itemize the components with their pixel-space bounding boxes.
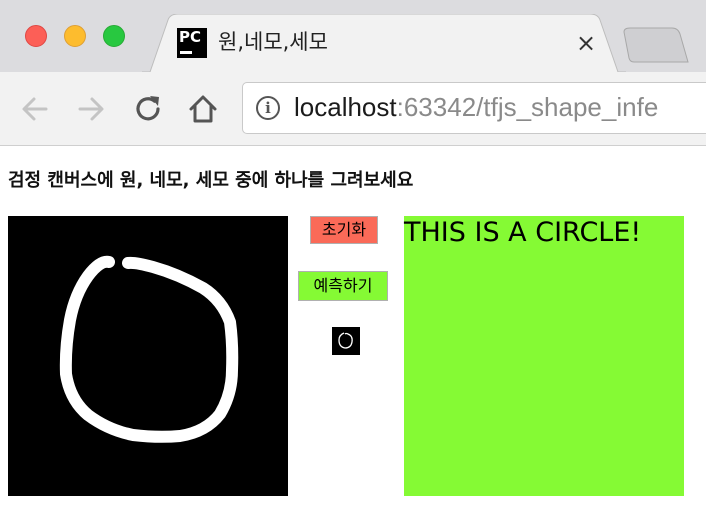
zoom-window-button[interactable] <box>103 25 125 47</box>
reload-icon[interactable] <box>131 92 165 126</box>
page-heading: 검정 캔버스에 원, 네모, 세모 중에 하나를 그려보세요 <box>8 170 414 191</box>
drawing-canvas[interactable] <box>8 216 288 496</box>
forward-arrow-icon[interactable] <box>74 92 108 126</box>
pycharm-favicon-icon: PC <box>177 28 207 58</box>
predict-button[interactable]: 예측하기 <box>298 271 388 301</box>
drawn-stroke <box>59 255 239 443</box>
preview-thumbnail-canvas <box>332 327 360 355</box>
reset-button[interactable]: 초기화 <box>310 216 378 244</box>
minimize-window-button[interactable] <box>64 25 86 47</box>
url-text[interactable]: localhost:63342/tfjs_shape_infe <box>294 92 658 123</box>
active-tab[interactable] <box>142 14 626 74</box>
tab-title: 원,네모,세모 <box>218 30 328 54</box>
result-panel <box>404 216 684 496</box>
result-text: THIS IS A CIRCLE! <box>404 217 642 248</box>
site-info-icon[interactable]: i <box>256 96 280 120</box>
close-window-button[interactable] <box>25 25 47 47</box>
home-icon[interactable] <box>186 92 220 126</box>
back-arrow-icon[interactable] <box>18 92 52 126</box>
tab-close-icon[interactable]: × <box>574 31 598 56</box>
new-tab-button[interactable] <box>618 26 690 66</box>
